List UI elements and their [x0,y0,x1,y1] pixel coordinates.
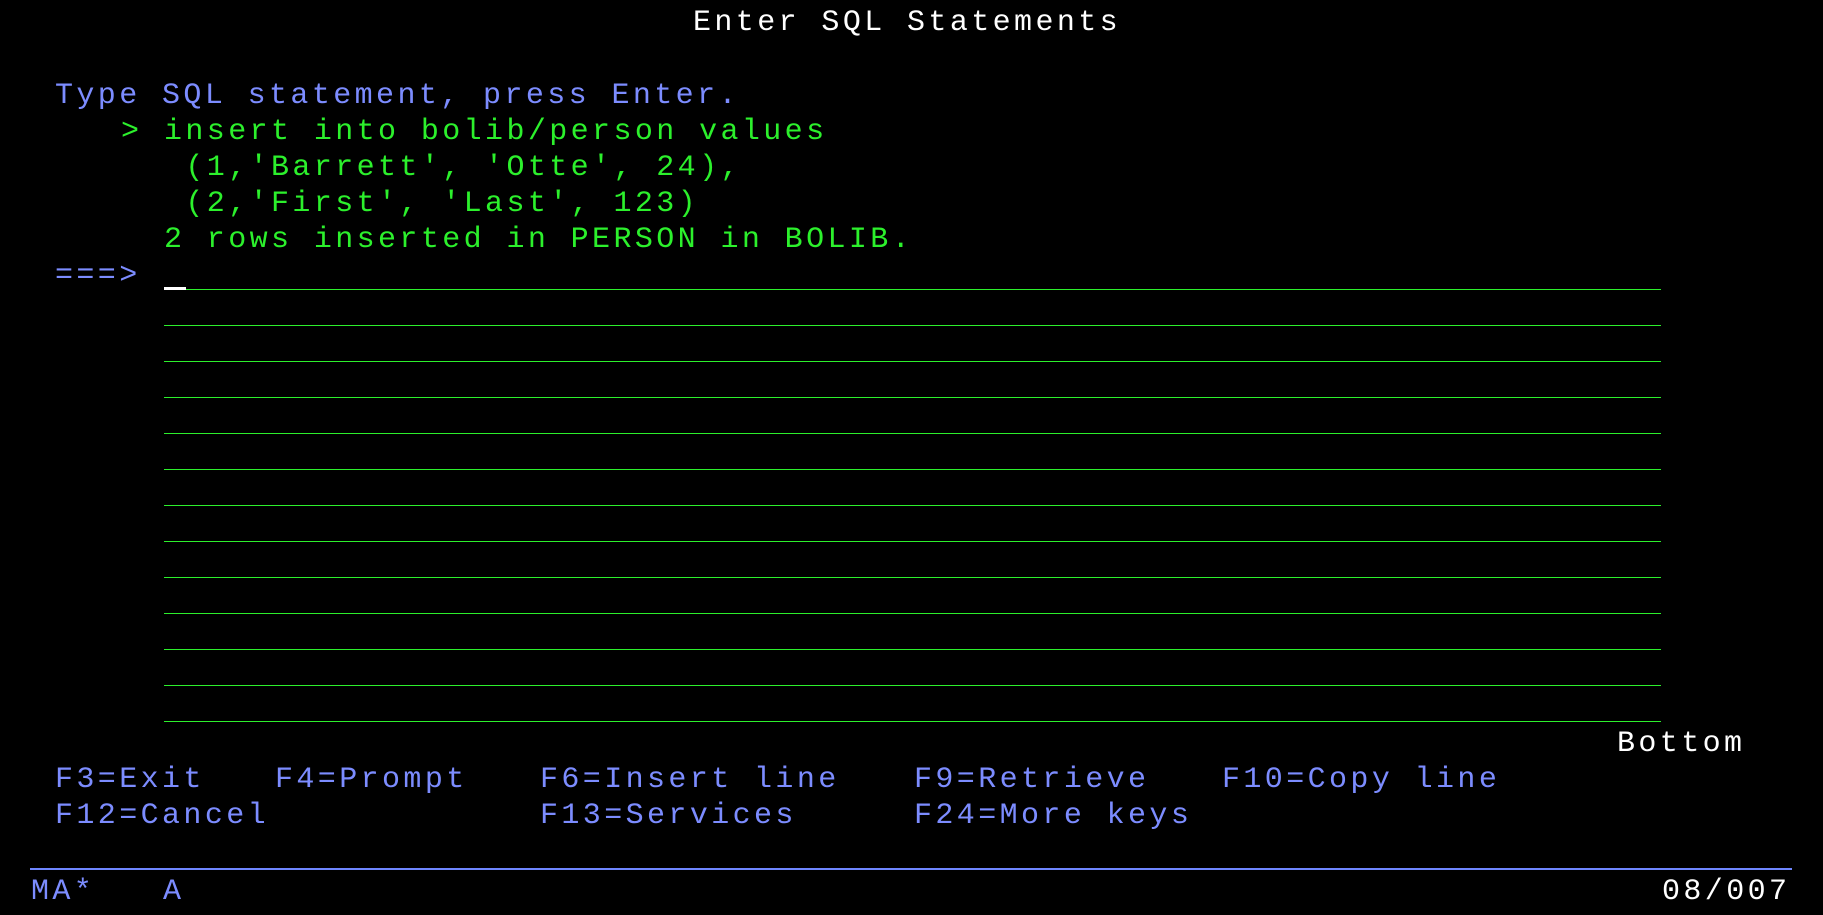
sql-input-line[interactable] [164,686,1661,722]
sql-input-line[interactable] [164,326,1661,362]
prior-statement-line-1: insert into bolib/person values [164,115,828,149]
sql-input-line[interactable] [164,614,1661,650]
sql-input-line[interactable] [164,398,1661,434]
prior-statement-marker: > [121,115,143,149]
f4-prompt-key[interactable]: F4=Prompt [275,762,468,798]
sql-input-line[interactable] [164,506,1661,542]
sql-input-line[interactable] [164,362,1661,398]
command-prompt: ===> [55,259,141,293]
f10-copy-line-key[interactable]: F10=Copy line [1222,762,1500,798]
mode-indicator: A [163,875,185,909]
scroll-indicator: Bottom [1617,727,1746,761]
sql-input-line[interactable] [164,254,1661,290]
f9-retrieve-key[interactable]: F9=Retrieve [914,762,1149,798]
cursor-position: 08/007 [1662,875,1791,909]
status-bar-divider [30,868,1792,870]
sql-input-line[interactable] [164,578,1661,614]
sql-input-line[interactable] [164,470,1661,506]
sql-input-line[interactable] [164,650,1661,686]
f12-cancel-key[interactable]: F12=Cancel [55,798,269,834]
prior-statement-line-3: (2,'First', 'Last', 123) [164,187,700,221]
terminal-screen: Enter SQL Statements Type SQL statement,… [0,0,1823,915]
instruction-text: Type SQL statement, press Enter. [55,79,740,113]
f13-services-key[interactable]: F13=Services [540,798,797,834]
sql-input-line[interactable] [164,434,1661,470]
result-message: 2 rows inserted in PERSON in BOLIB. [164,223,914,257]
f24-more-keys-key[interactable]: F24=More keys [914,798,1192,834]
text-cursor [164,287,186,290]
session-indicator: MA* [31,875,96,909]
screen-title: Enter SQL Statements [693,6,1122,40]
sql-input-line[interactable] [164,290,1661,326]
sql-input-line[interactable] [164,542,1661,578]
prior-statement-line-2: (1,'Barrett', 'Otte', 24), [164,151,742,185]
f3-exit-key[interactable]: F3=Exit [55,762,205,798]
f6-insert-line-key[interactable]: F6=Insert line [540,762,840,798]
